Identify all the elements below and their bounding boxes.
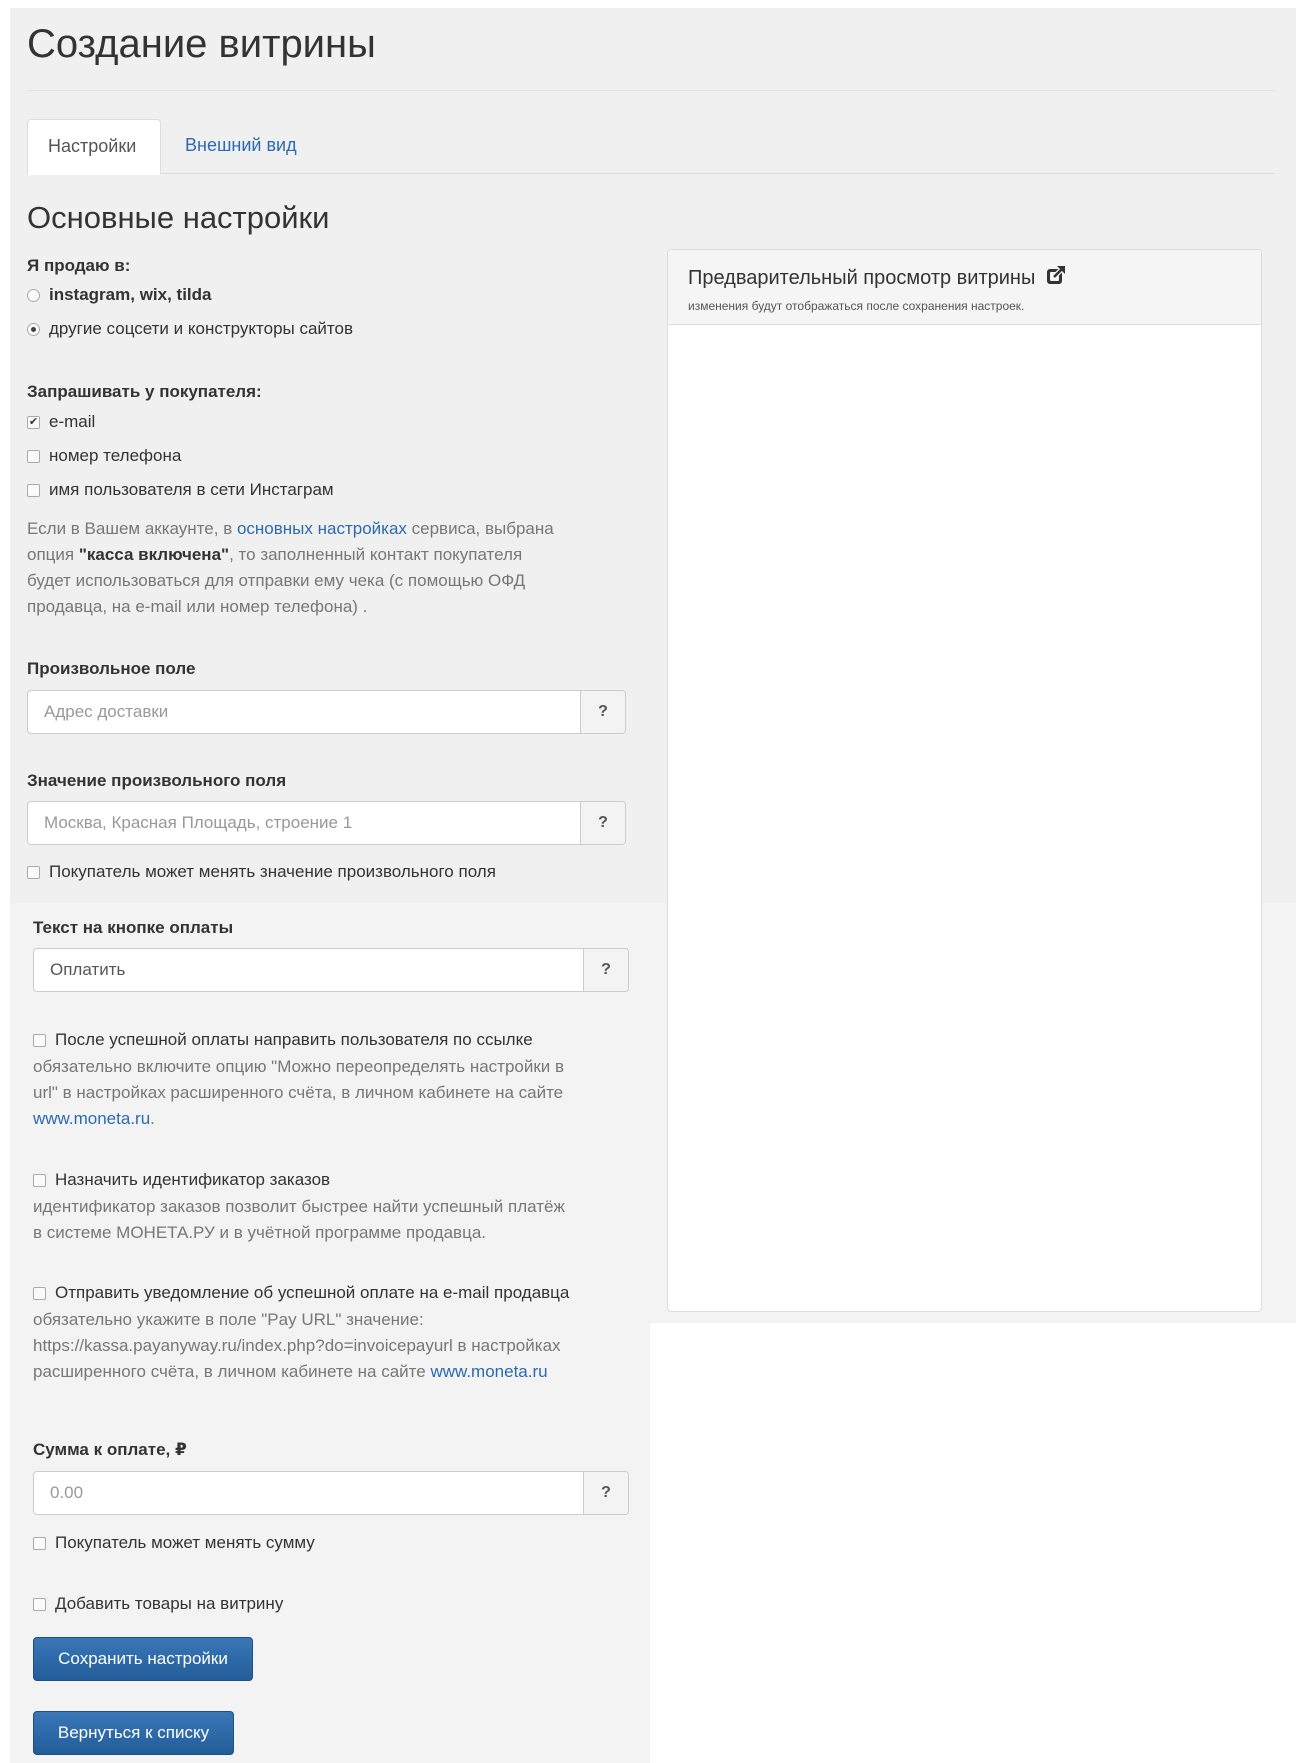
checkbox-custom-editable[interactable] bbox=[27, 865, 40, 879]
help-text-part: . bbox=[150, 1109, 155, 1128]
checkbox-order-id[interactable] bbox=[33, 1173, 46, 1187]
notify-help-text: обязательно укажите в поле "Pay URL" зна… bbox=[33, 1307, 643, 1385]
preview-header: Предварительный просмотр витрины изменен… bbox=[668, 250, 1261, 325]
help-text-line: продавца, на e-mail или номер телефона) … bbox=[27, 597, 368, 616]
title-divider bbox=[27, 90, 1275, 91]
help-text-line: идентификатор заказов позволит быстрее н… bbox=[33, 1197, 565, 1216]
help-text-line: https://kassa.payanyway.ru/index.php?do=… bbox=[33, 1336, 561, 1355]
pay-button-text-group: ? bbox=[33, 948, 629, 992]
help-text-line: в системе МОНЕТА.РУ и в учётной программ… bbox=[33, 1223, 487, 1242]
checkbox-option-notify[interactable]: Отправить уведомление об успешной оплате… bbox=[33, 1283, 569, 1303]
custom-field-label: Произвольное поле bbox=[27, 659, 196, 678]
tab-bar: Настройки Внешний вид bbox=[27, 119, 1275, 175]
amount-help-button[interactable]: ? bbox=[583, 1472, 628, 1514]
custom-value-help-button[interactable]: ? bbox=[580, 802, 625, 844]
help-text-part: , то заполненный контакт покупателя bbox=[229, 545, 523, 564]
checkbox-email[interactable]: ✔ bbox=[27, 415, 40, 429]
help-text-line: обязательно укажите в поле "Pay URL" зна… bbox=[33, 1310, 424, 1329]
help-text-part: опция bbox=[27, 545, 79, 564]
custom-field-help-button[interactable]: ? bbox=[580, 691, 625, 733]
radio-label-other: другие соцсети и конструкторы сайтов bbox=[49, 319, 353, 338]
help-text-part: расширенного счёта, в личном кабинете на… bbox=[33, 1362, 431, 1381]
checkbox-option-amount-editable[interactable]: Покупатель может менять сумму bbox=[33, 1533, 315, 1553]
checkbox-label-email: e-mail bbox=[49, 412, 96, 431]
radio-option-instagram[interactable]: instagram, wix, tilda bbox=[27, 285, 212, 305]
custom-value-input[interactable] bbox=[28, 802, 580, 844]
help-text-bold: "касса включена" bbox=[78, 545, 230, 564]
pay-button-text-help-button[interactable]: ? bbox=[583, 949, 628, 991]
checkbox-label-notify: Отправить уведомление об успешной оплате… bbox=[55, 1283, 570, 1302]
custom-value-group: ? bbox=[27, 801, 626, 845]
checkbox-option-redirect[interactable]: После успешной оплаты направить пользова… bbox=[33, 1030, 533, 1050]
custom-value-label: Значение произвольного поля bbox=[27, 771, 287, 790]
help-text-line: url" в настройках расширенного счёта, в … bbox=[33, 1083, 564, 1102]
receipt-help-text: Если в Вашем аккаунте, в основных настро… bbox=[27, 516, 627, 620]
preview-panel: Предварительный просмотр витрины изменен… bbox=[667, 249, 1262, 1312]
preview-title-row: Предварительный просмотр витрины bbox=[688, 264, 1241, 292]
checkbox-label-amount-editable: Покупатель может менять сумму bbox=[55, 1533, 315, 1552]
checkbox-option-custom-editable[interactable]: Покупатель может менять значение произво… bbox=[27, 862, 496, 882]
checkbox-instagram-user[interactable] bbox=[27, 483, 40, 497]
custom-field-group: ? bbox=[27, 690, 626, 734]
tab-settings[interactable]: Настройки bbox=[27, 119, 161, 175]
back-to-list-button[interactable]: Вернуться к списку bbox=[33, 1711, 234, 1755]
checkbox-add-products[interactable] bbox=[33, 1597, 46, 1611]
radio-instagram[interactable] bbox=[27, 288, 40, 302]
moneta-link[interactable]: www.moneta.ru bbox=[430, 1362, 547, 1381]
checkbox-option-email[interactable]: ✔ e-mail bbox=[27, 412, 95, 432]
checkbox-label-custom-editable: Покупатель может менять значение произво… bbox=[49, 862, 496, 881]
sell-in-label: Я продаю в: bbox=[27, 256, 131, 275]
moneta-link[interactable]: www.moneta.ru bbox=[33, 1109, 150, 1128]
preview-note: изменения будут отображаться после сохра… bbox=[688, 299, 1025, 313]
checkbox-label-phone: номер телефона bbox=[49, 446, 182, 465]
pay-button-text-label: Текст на кнопке оплаты bbox=[33, 918, 234, 937]
help-text-line: обязательно включите опцию "Можно переоп… bbox=[33, 1057, 565, 1076]
order-id-help-text: идентификатор заказов позволит быстрее н… bbox=[33, 1194, 633, 1246]
redirect-help-text: обязательно включите опцию "Можно переоп… bbox=[33, 1054, 633, 1132]
checkbox-label-instagram-user: имя пользователя в сети Инстаграм bbox=[49, 480, 334, 499]
help-text-line: будет использоваться для отправки ему че… bbox=[27, 571, 526, 590]
checkbox-amount-editable[interactable] bbox=[33, 1536, 46, 1550]
amount-input[interactable] bbox=[34, 1472, 583, 1514]
checkbox-label-add-products: Добавить товары на витрину bbox=[55, 1594, 284, 1613]
radio-label-instagram: instagram, wix, tilda bbox=[49, 285, 212, 304]
checkbox-phone[interactable] bbox=[27, 449, 40, 463]
amount-label: Сумма к оплате, ₽ bbox=[33, 1440, 187, 1459]
main-settings-link[interactable]: основных настройках bbox=[237, 519, 407, 538]
preview-title: Предварительный просмотр витрины bbox=[688, 266, 1036, 289]
checkbox-notify[interactable] bbox=[33, 1286, 46, 1300]
checkbox-option-order-id[interactable]: Назначить идентификатор заказов bbox=[33, 1170, 330, 1190]
ask-buyer-label: Запрашивать у покупателя: bbox=[27, 382, 262, 401]
checkbox-option-phone[interactable]: номер телефона bbox=[27, 446, 181, 466]
pay-button-text-input[interactable] bbox=[34, 949, 583, 991]
checkbox-redirect[interactable] bbox=[33, 1033, 46, 1047]
section-title: Основные настройки bbox=[27, 200, 330, 235]
amount-group: ? bbox=[33, 1471, 629, 1515]
help-text-part: сервиса, выбрана bbox=[406, 519, 554, 538]
checkbox-label-order-id: Назначить идентификатор заказов bbox=[55, 1170, 331, 1189]
checkbox-option-instagram-user[interactable]: имя пользователя в сети Инстаграм bbox=[27, 480, 334, 500]
checkbox-option-add-products[interactable]: Добавить товары на витрину bbox=[33, 1594, 283, 1614]
radio-option-other[interactable]: другие соцсети и конструкторы сайтов bbox=[27, 319, 353, 339]
external-link-icon[interactable] bbox=[1045, 264, 1067, 292]
page-title: Создание витрины bbox=[27, 22, 376, 66]
save-settings-button[interactable]: Сохранить настройки bbox=[33, 1637, 253, 1681]
checkbox-label-redirect: После успешной оплаты направить пользова… bbox=[55, 1030, 533, 1049]
tab-appearance[interactable]: Внешний вид bbox=[165, 119, 317, 174]
custom-field-input[interactable] bbox=[28, 691, 580, 733]
radio-other[interactable] bbox=[27, 322, 40, 336]
help-text-part: Если в Вашем аккаунте, в bbox=[27, 519, 237, 538]
